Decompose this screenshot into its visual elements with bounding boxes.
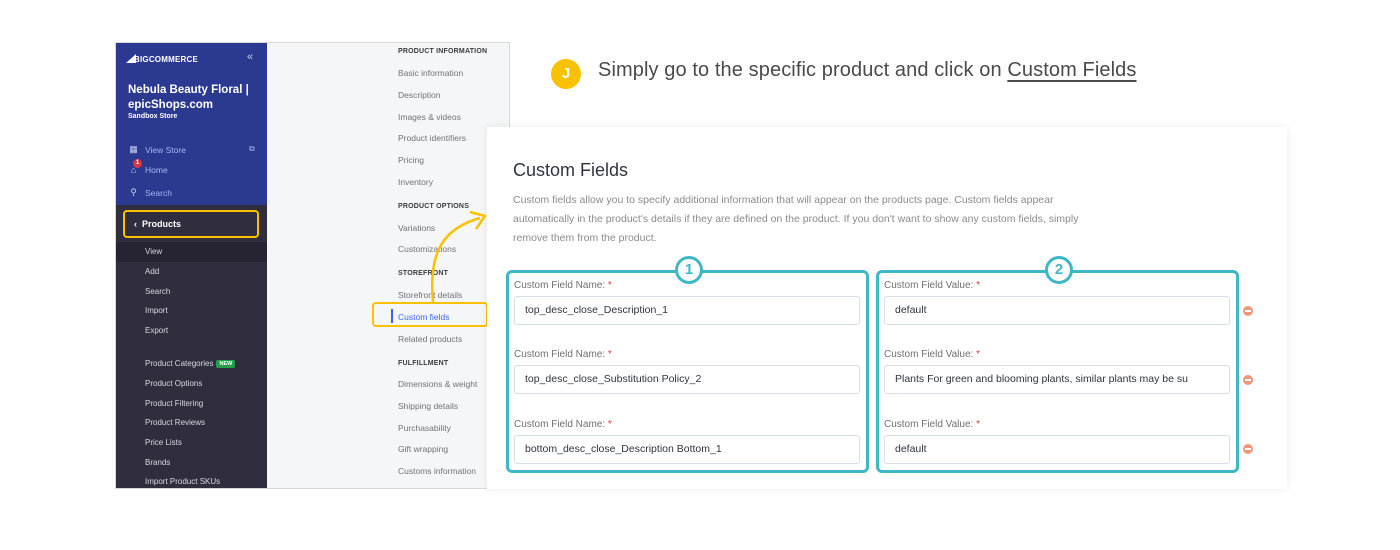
remove-field-icon[interactable] xyxy=(1243,375,1253,385)
field-value-label: Custom Field Value: * xyxy=(884,280,980,291)
sidebar-header: BIGCOMMERCE « Nebula Beauty Floral | epi… xyxy=(116,43,267,205)
subnav-item[interactable]: Related products xyxy=(398,334,462,344)
subnav-heading: PRODUCT OPTIONS xyxy=(398,203,470,210)
remove-field-icon[interactable] xyxy=(1243,306,1253,316)
admin-screenshot: BIGCOMMERCE « Nebula Beauty Floral | epi… xyxy=(115,42,510,489)
field-value-input[interactable]: default xyxy=(884,435,1230,464)
field-name-label: Custom Field Name: * xyxy=(514,280,612,291)
step-instruction: Simply go to the specific product and cl… xyxy=(598,59,1136,82)
subnav-item[interactable]: Customizations xyxy=(398,244,456,254)
active-row-bg xyxy=(116,242,267,262)
label-text: Custom Field Name: xyxy=(514,349,606,360)
label-text: Custom Field Value: xyxy=(884,280,974,291)
subnav-item[interactable]: Basic information xyxy=(398,68,463,78)
subnav-heading: STOREFRONT xyxy=(398,270,449,277)
bigcommerce-logo: BIGCOMMERCE xyxy=(126,54,198,64)
label-text: Custom Field Name: xyxy=(514,280,606,291)
sidebar-subitem-brands[interactable]: Brands xyxy=(145,458,170,467)
field-name-input[interactable]: top_desc_close_Description_1 xyxy=(514,296,860,325)
sidebar-subitem-product-categories[interactable]: Product Categories NEW xyxy=(145,359,236,368)
card-title: Custom Fields xyxy=(513,160,629,180)
custom-fields-highlight xyxy=(372,302,488,327)
collapse-sidebar-icon[interactable]: « xyxy=(247,51,253,63)
subnav-item[interactable]: Customs information xyxy=(398,466,476,476)
required-mark: * xyxy=(976,419,980,430)
step-badge: J xyxy=(551,59,581,89)
sidebar-subitem-product-reviews[interactable]: Product Reviews xyxy=(145,418,205,427)
required-mark: * xyxy=(976,280,980,291)
label-text: Custom Field Name: xyxy=(514,419,606,430)
subnav-heading: FULFILLMENT xyxy=(398,360,449,367)
required-mark: * xyxy=(607,419,612,430)
field-values-group: 2 Custom Field Value: * default Custom F… xyxy=(876,256,1239,473)
sidebar-subitem-product-filtering[interactable]: Product Filtering xyxy=(145,399,203,408)
store-type: Sandbox Store xyxy=(128,113,178,120)
sidebar: BIGCOMMERCE « Nebula Beauty Floral | epi… xyxy=(116,43,267,488)
subnav-item[interactable]: Dimensions & weight xyxy=(398,379,477,389)
field-name-label: Custom Field Name: * xyxy=(514,349,612,360)
field-name-label: Custom Field Name: * xyxy=(514,419,612,430)
sidebar-subitem-search[interactable]: Search xyxy=(145,287,170,296)
sidebar-subitem-price-lists[interactable]: Price Lists xyxy=(145,438,182,447)
subnav-item[interactable]: Product identifiers xyxy=(398,133,466,143)
field-value-label: Custom Field Value: * xyxy=(884,349,980,360)
store-name: Nebula Beauty Floral | epicShops.com xyxy=(128,84,249,111)
external-link-icon[interactable]: ⧉ xyxy=(249,144,255,154)
step-link[interactable]: Custom Fields xyxy=(1007,59,1136,81)
custom-fields-card: Custom Fields Custom fields allow you to… xyxy=(487,127,1287,489)
section-label: Products xyxy=(142,219,182,229)
sidebar-subitem-import[interactable]: Import xyxy=(145,306,168,315)
sidebar-item-label: View Store xyxy=(145,144,186,155)
field-names-group: 1 Custom Field Name: * top_desc_close_De… xyxy=(506,256,869,473)
sidebar-subitem-product-options[interactable]: Product Options xyxy=(145,379,202,388)
chevron-left-icon: ‹ xyxy=(134,219,137,229)
notification-badge: 1 xyxy=(133,159,142,168)
product-subnav: PRODUCT INFORMATION Basic information De… xyxy=(267,43,509,488)
field-name-input[interactable]: bottom_desc_close_Description Bottom_1 xyxy=(514,435,860,464)
subnav-item[interactable]: Gift wrapping xyxy=(398,444,448,454)
sidebar-item-view-store[interactable]: ▦ View Store xyxy=(128,144,186,155)
subnav-item[interactable]: Inventory xyxy=(398,177,433,187)
subnav-item[interactable]: Shipping details xyxy=(398,401,458,411)
field-value-input[interactable]: default xyxy=(884,296,1230,325)
sidebar-subitem-export[interactable]: Export xyxy=(145,326,168,335)
storefront-icon: ▦ xyxy=(129,144,138,154)
subnav-item[interactable]: Description xyxy=(398,90,441,100)
home-icon: ⌂ 1 xyxy=(128,159,142,175)
subnav-heading: PRODUCT INFORMATION xyxy=(398,48,488,55)
sidebar-item-label: Search xyxy=(145,187,172,198)
sidebar-item-label: Home xyxy=(145,165,168,175)
sidebar-section-products[interactable]: ‹ Products xyxy=(116,205,267,245)
tutorial-stage: BIGCOMMERCE « Nebula Beauty Floral | epi… xyxy=(0,0,1400,550)
sidebar-item-search[interactable]: ⚲ Search xyxy=(128,187,172,198)
remove-field-icon[interactable] xyxy=(1243,444,1253,454)
step-text: Simply go to the specific product and cl… xyxy=(598,59,1008,81)
item-label: Product Categories xyxy=(145,359,214,368)
subnav-item[interactable]: Storefront details xyxy=(398,290,462,300)
field-name-input[interactable]: top_desc_close_Substitution Policy_2 xyxy=(514,365,860,394)
subnav-item[interactable]: Purchasability xyxy=(398,423,451,433)
required-mark: * xyxy=(607,280,612,291)
sidebar-subitem-import-skus[interactable]: Import Product SKUs xyxy=(145,477,220,486)
subnav-item[interactable]: Pricing xyxy=(398,155,424,165)
sidebar-subitem-view[interactable]: View xyxy=(145,247,162,256)
field-value-input[interactable]: Plants For green and blooming plants, si… xyxy=(884,365,1230,394)
search-icon: ⚲ xyxy=(130,187,137,197)
subnav-item[interactable]: Images & videos xyxy=(398,112,461,122)
card-description: Custom fields allow you to specify addit… xyxy=(513,194,1079,244)
sidebar-item-home[interactable]: ⌂ 1 Home xyxy=(128,159,168,175)
label-text: Custom Field Value: xyxy=(884,349,974,360)
required-mark: * xyxy=(976,349,980,360)
products-highlight[interactable]: ‹ Products xyxy=(123,210,259,238)
group-number-badge: 1 xyxy=(675,256,703,284)
label-text: Custom Field Value: xyxy=(884,419,974,430)
subnav-item[interactable]: Variations xyxy=(398,223,435,233)
new-badge: NEW xyxy=(216,360,236,368)
group-number-badge: 2 xyxy=(1045,256,1073,284)
required-mark: * xyxy=(607,349,612,360)
logo-text: BIGCOMMERCE xyxy=(134,55,198,64)
sidebar-subitem-add[interactable]: Add xyxy=(145,267,159,276)
field-value-label: Custom Field Value: * xyxy=(884,419,980,430)
